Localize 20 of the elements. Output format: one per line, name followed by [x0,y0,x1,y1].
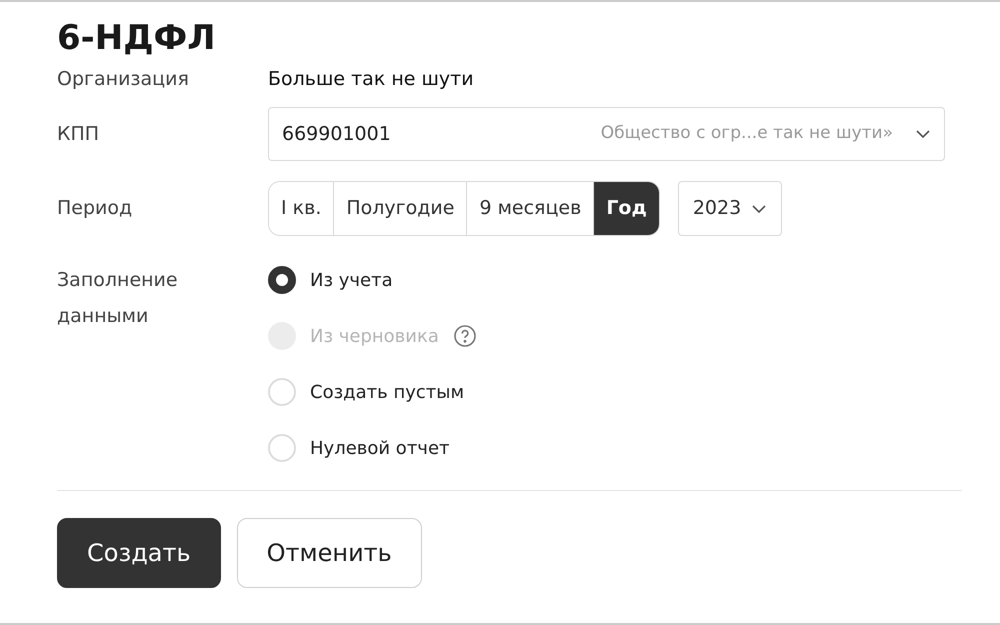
create-button[interactable]: Создать [57,518,221,588]
field-label: Заполнение данными [57,268,179,329]
organization-name: Больше так не шути [268,66,474,92]
radio-button[interactable] [268,266,296,294]
period-tab[interactable]: Год [593,182,659,235]
kpp-value: 669901001 [282,122,391,147]
organization-description: Общество с огр...е так не шути» [600,122,893,146]
field-label: КПП [57,122,100,147]
field-label: Период [57,196,134,222]
chevron-down-icon [915,129,931,139]
field-label: Организация [57,66,190,92]
radio-option[interactable]: Создать пустым [268,364,477,420]
dialog-title: 6-НДФЛ [57,17,216,60]
cancel-button[interactable]: Отменить [236,518,422,588]
kpp-select[interactable]: 669901001 Общество с огр...е так не шути» [268,107,945,161]
year-value: 2023 [692,196,742,222]
year-select[interactable]: 2023 [678,181,782,236]
radio-option[interactable]: Из учета [268,252,477,308]
radio-option[interactable]: Нулевой отчет [268,420,477,476]
chevron-down-icon [751,204,768,214]
